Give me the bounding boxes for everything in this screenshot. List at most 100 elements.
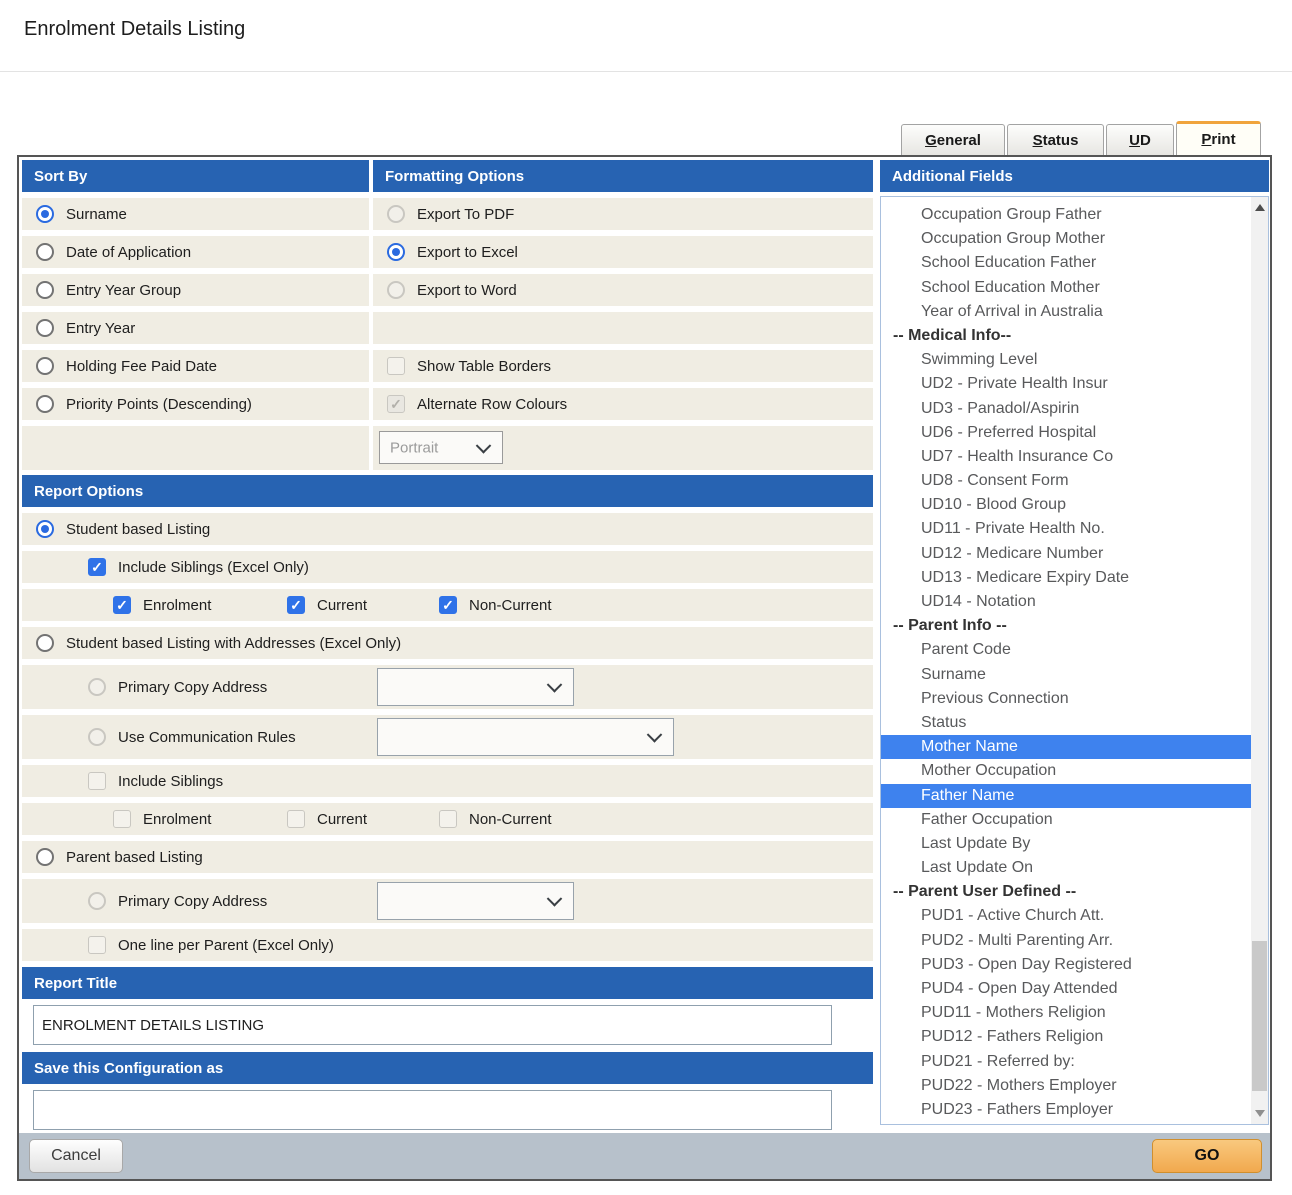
dropdown-orientation: Portrait (379, 431, 503, 464)
field-item[interactable]: Last Update On (881, 856, 1251, 880)
option-label: Primary Copy Address (118, 679, 267, 696)
checkbox-group-item: ✓ Current (287, 596, 439, 614)
dropdown-use-communication-rules[interactable] (377, 718, 674, 756)
radio-holding-fee-paid-date[interactable] (36, 357, 54, 375)
field-item[interactable]: UD3 - Panadol/Aspirin (881, 397, 1251, 421)
tab-ud[interactable]: UD (1106, 124, 1174, 155)
field-item[interactable]: Occupation Group Mother (881, 227, 1251, 251)
go-button[interactable]: GO (1152, 1139, 1262, 1173)
report-options-header: Report Options (22, 475, 873, 507)
field-group-header: -- Parent Info -- (881, 614, 1251, 638)
cancel-button[interactable]: Cancel (29, 1139, 123, 1173)
option-row: Date of Application (22, 236, 369, 268)
field-item[interactable]: UD2 - Private Health Insur (881, 372, 1251, 396)
field-item[interactable]: PUD3 - Open Day Registered (881, 953, 1251, 977)
radio-entry-year[interactable] (36, 319, 54, 337)
checkbox-current-checked[interactable]: ✓ (287, 596, 305, 614)
option-row: Priority Points (Descending) (22, 388, 369, 420)
option-label: Non-Current (469, 597, 552, 614)
option-label: Surname (66, 206, 127, 223)
field-item[interactable]: Parent Code (881, 638, 1251, 662)
checkbox-group-item: Non-Current (439, 810, 552, 828)
field-item[interactable]: Occupation Group Father (881, 203, 1251, 227)
dropdown-primary-copy-address[interactable] (377, 668, 574, 706)
field-item[interactable]: Father Occupation (881, 808, 1251, 832)
field-item[interactable]: UD14 - Notation (881, 590, 1251, 614)
checkbox-one-line-per-parent-excel-only (88, 936, 106, 954)
additional-fields-header: Additional Fields (880, 160, 1269, 192)
scroll-down-icon[interactable] (1251, 1105, 1268, 1122)
field-item[interactable]: School Education Mother (881, 276, 1251, 300)
field-item[interactable]: PUD4 - Open Day Attended (881, 977, 1251, 1001)
radio-entry-year-group[interactable] (36, 281, 54, 299)
field-group-header: -- Parent User Defined -- (881, 880, 1251, 904)
option-label: Date of Application (66, 244, 191, 261)
field-item[interactable]: Swimming Level (881, 348, 1251, 372)
field-item[interactable]: UD6 - Preferred Hospital (881, 421, 1251, 445)
tab-status[interactable]: Status (1007, 124, 1104, 155)
field-item[interactable]: UD13 - Medicare Expiry Date (881, 566, 1251, 590)
left-column: Sort By SurnameDate of ApplicationEntry … (22, 160, 873, 1130)
save-config-input[interactable] (33, 1090, 832, 1130)
field-item[interactable]: UD11 - Private Health No. (881, 517, 1251, 541)
field-item[interactable]: UD8 - Consent Form (881, 469, 1251, 493)
field-item[interactable]: PUD21 - Referred by: (881, 1050, 1251, 1074)
tab-general[interactable]: General (901, 124, 1005, 155)
field-item[interactable]: PUD1 - Active Church Att. (881, 904, 1251, 928)
field-item[interactable]: PUD22 - Mothers Employer (881, 1074, 1251, 1098)
tab-label-accesskey: P (1201, 131, 1211, 148)
field-item[interactable]: UD7 - Health Insurance Co (881, 445, 1251, 469)
page-title: Enrolment Details Listing (24, 18, 245, 41)
tab-print[interactable]: Print (1176, 121, 1261, 155)
field-item[interactable]: Mother Occupation (881, 759, 1251, 783)
radio-primary-copy-address (88, 678, 106, 696)
field-item[interactable]: School Education Father (881, 251, 1251, 275)
option-row: Export To PDF (373, 198, 873, 230)
option-row: Include Siblings (22, 765, 873, 797)
field-item[interactable]: Last Update By (881, 832, 1251, 856)
report-title-input[interactable] (33, 1005, 832, 1045)
scrollbar-thumb[interactable] (1252, 941, 1267, 1091)
radio-surname-checked[interactable] (36, 205, 54, 223)
checkbox-non-current-checked[interactable]: ✓ (439, 596, 457, 614)
option-label: Priority Points (Descending) (66, 396, 252, 413)
checkbox-enrolment-checked[interactable]: ✓ (113, 596, 131, 614)
field-item[interactable]: UD12 - Medicare Number (881, 542, 1251, 566)
field-item[interactable]: Year of Arrival in Australia (881, 300, 1251, 324)
option-label: Non-Current (469, 811, 552, 828)
dropdown-primary-copy-address[interactable] (377, 882, 574, 920)
option-row: Use Communication Rules (22, 715, 873, 759)
field-item-selected[interactable]: Father Name (881, 784, 1251, 808)
radio-date-of-application[interactable] (36, 243, 54, 261)
field-item[interactable]: Status (881, 711, 1251, 735)
checkbox-include-siblings-excel-only-checked[interactable]: ✓ (88, 558, 106, 576)
option-label: Holding Fee Paid Date (66, 358, 217, 375)
main-panel: Sort By SurnameDate of ApplicationEntry … (17, 155, 1272, 1181)
option-label: Primary Copy Address (118, 893, 267, 910)
checkbox-non-current (439, 810, 457, 828)
field-item[interactable]: Surname (881, 663, 1251, 687)
radio-student-based-listing-checked[interactable] (36, 520, 54, 538)
tab-label: eneral (937, 132, 981, 149)
field-item[interactable]: Previous Connection (881, 687, 1251, 711)
field-item[interactable]: UD10 - Blood Group (881, 493, 1251, 517)
field-group-header: -- Medical Info-- (881, 324, 1251, 348)
radio-export-to-excel-checked[interactable] (387, 243, 405, 261)
radio-student-based-listing-with-addresses-excel-only[interactable] (36, 634, 54, 652)
field-item[interactable]: PUD12 - Fathers Religion (881, 1025, 1251, 1049)
field-item[interactable]: PUD11 - Mothers Religion (881, 1001, 1251, 1025)
field-item-selected[interactable]: Mother Name (881, 735, 1251, 759)
scroll-up-icon[interactable] (1251, 199, 1268, 216)
sort-by-section: Sort By SurnameDate of ApplicationEntry … (22, 160, 369, 470)
option-row: ✓Enrolment✓Current✓Non-Current (22, 589, 873, 621)
action-bar: Cancel GO (19, 1133, 1270, 1179)
radio-priority-points-descending[interactable] (36, 395, 54, 413)
field-item[interactable]: PUD2 - Multi Parenting Arr. (881, 929, 1251, 953)
option-label: Entry Year Group (66, 282, 181, 299)
empty-row (22, 426, 369, 470)
radio-parent-based-listing[interactable] (36, 848, 54, 866)
option-label: Enrolment (143, 811, 211, 828)
listbox-scrollbar[interactable] (1251, 197, 1268, 1124)
option-label: Current (317, 597, 367, 614)
field-item[interactable]: PUD23 - Fathers Employer (881, 1098, 1251, 1122)
